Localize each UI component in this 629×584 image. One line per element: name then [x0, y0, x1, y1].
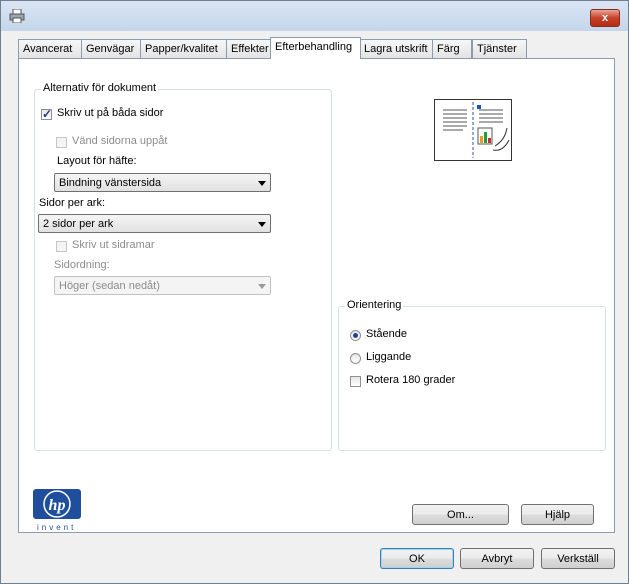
close-icon: x	[601, 12, 609, 24]
page-order-label: Sidordning:	[54, 259, 110, 271]
rotate-180-label: Rotera 180 grader	[366, 374, 456, 386]
print-borders-label: Skriv ut sidramar	[72, 239, 155, 251]
pages-per-sheet-label: Sidor per ark:	[39, 197, 106, 209]
page-order-select: Höger (sedan nedåt)	[54, 276, 271, 295]
printer-icon	[9, 9, 25, 23]
tab-avancerat[interactable]: Avancerat	[18, 39, 82, 58]
tab-efterbehandling[interactable]: Efterbehandling	[270, 37, 361, 59]
page-order-value: Höger (sedan nedåt)	[59, 280, 160, 292]
print-borders-checkbox	[56, 241, 67, 252]
hp-logo-text: invent	[37, 523, 77, 532]
booklet-layout-label: Layout för häfte:	[57, 155, 137, 167]
ok-button[interactable]: OK	[380, 548, 454, 569]
booklet-layout-select[interactable]: Bindning vänstersida	[54, 173, 271, 192]
duplex-label: Skriv ut på båda sidor	[57, 107, 164, 119]
orientation-title: Orientering	[345, 299, 404, 311]
tab-farg[interactable]: Färg	[432, 39, 472, 58]
print-properties-window: x Avancerat Genvägar Papper/kvalitet Eff…	[0, 0, 629, 584]
duplex-checkbox[interactable]	[41, 107, 52, 121]
booklet-layout-value: Bindning vänstersida	[59, 177, 162, 189]
orientation-group: Orientering Stående Liggande Rotera 180 …	[338, 299, 606, 451]
pages-per-sheet-value: 2 sidor per ark	[43, 218, 114, 230]
tab-tjanster[interactable]: Tjänster	[472, 39, 527, 58]
landscape-label: Liggande	[366, 351, 412, 363]
flip-pages-checkbox	[56, 137, 67, 148]
title-bar: x	[1, 1, 628, 31]
tab-papper-kvalitet[interactable]: Papper/kvalitet	[140, 39, 228, 58]
tab-lagra-utskrift[interactable]: Lagra utskrift	[359, 39, 433, 58]
apply-button[interactable]: Verkställ	[541, 548, 615, 569]
document-options-group: Alternativ för dokument Skriv ut på båda…	[34, 82, 332, 451]
cancel-button[interactable]: Avbryt	[460, 548, 534, 569]
portrait-radio[interactable]	[350, 330, 361, 341]
chevron-down-icon	[258, 181, 266, 186]
tab-effekter[interactable]: Effekter	[226, 39, 276, 58]
hp-logo-icon: hp	[33, 489, 81, 519]
help-button[interactable]: Hjälp	[521, 504, 594, 525]
rotate-180-checkbox[interactable]	[350, 376, 361, 387]
about-button[interactable]: Om...	[412, 504, 509, 525]
svg-text:hp: hp	[49, 497, 66, 514]
pages-per-sheet-select[interactable]: 2 sidor per ark	[38, 214, 271, 233]
tab-page-efterbehandling: Alternativ för dokument Skriv ut på båda…	[18, 58, 615, 533]
portrait-label: Stående	[366, 328, 407, 340]
document-options-title: Alternativ för dokument	[41, 82, 159, 94]
flip-pages-label: Vänd sidorna uppåt	[72, 135, 168, 147]
hp-logo: hp invent	[17, 489, 81, 537]
chevron-down-icon	[258, 222, 266, 227]
landscape-radio[interactable]	[350, 353, 361, 364]
tab-genvagar[interactable]: Genvägar	[81, 39, 141, 58]
chevron-down-icon	[258, 284, 266, 289]
duplex-preview-image	[434, 99, 512, 161]
close-button[interactable]: x	[590, 9, 620, 27]
